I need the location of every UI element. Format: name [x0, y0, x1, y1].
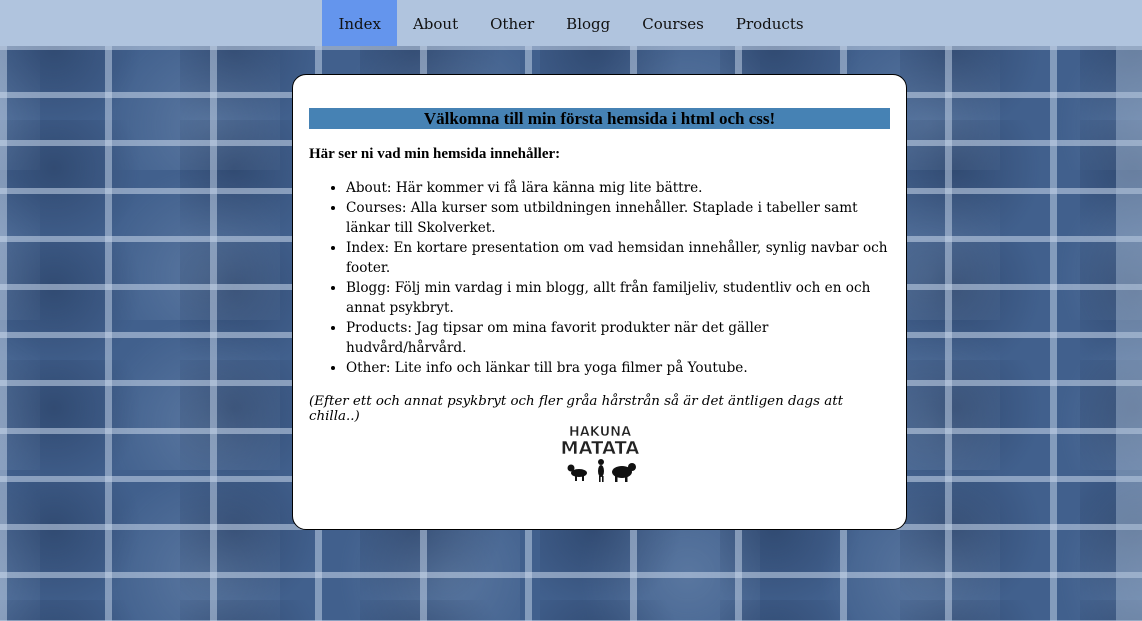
background-edge-strip: [1116, 46, 1142, 621]
list-item: Other: Lite info och länkar till bra yog…: [346, 358, 890, 378]
nav-item-courses[interactable]: Courses: [626, 0, 720, 46]
svg-text:MATATA: MATATA: [561, 438, 640, 459]
nav-item-other[interactable]: Other: [474, 0, 550, 46]
nav-item-about[interactable]: About: [397, 0, 474, 46]
nav-item-index[interactable]: Index: [322, 0, 397, 46]
list-item: Index: En kortare presentation om vad he…: [346, 238, 890, 278]
nav-item-blogg[interactable]: Blogg: [550, 0, 626, 46]
list-item: Products: Jag tipsar om mina favorit pro…: [346, 318, 890, 358]
content-card: Välkomna till min första hemsida i html …: [292, 74, 907, 530]
page-heading: Välkomna till min första hemsida i html …: [309, 108, 890, 129]
nav-item-products[interactable]: Products: [720, 0, 820, 46]
intro-text: Här ser ni vad min hemsida innehåller:: [309, 146, 561, 162]
navbar: Index About Other Blogg Courses Products: [0, 0, 1142, 46]
hakuna-matata-logo: HAKUNA MATATA: [560, 425, 640, 482]
list-item: Blogg: Följ min vardag i min blogg, allt…: [346, 278, 890, 318]
list-item: Courses: Alla kurser som utbildningen in…: [346, 198, 890, 238]
list-item: About: Här kommer vi få lära känna mig l…: [346, 178, 890, 198]
footnote: (Efter ett och annat psykbryt och fler g…: [309, 394, 843, 424]
content-list: About: Här kommer vi få lära känna mig l…: [309, 178, 890, 378]
